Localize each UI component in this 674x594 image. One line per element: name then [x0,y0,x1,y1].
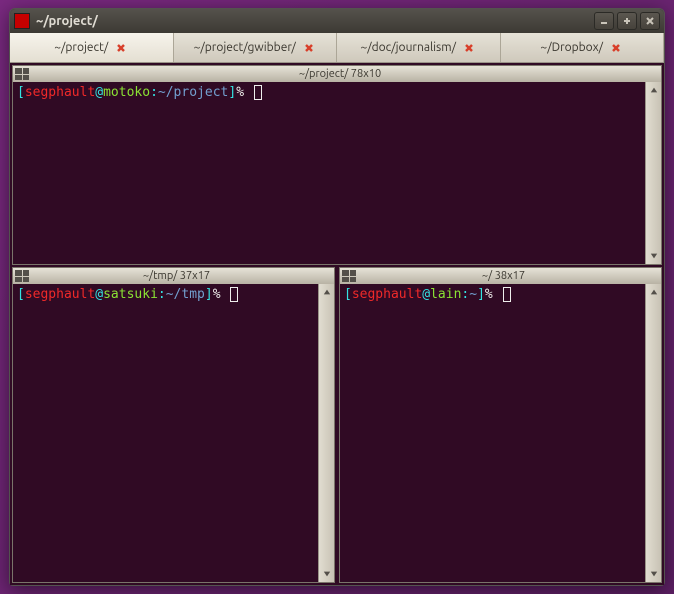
window-title: ~/project/ [36,14,591,28]
split-icon [15,270,29,282]
minimize-button[interactable] [594,12,614,30]
pane-row: ~/tmp/ 37x17 [segphault@satsuki:~/tmp]% … [12,267,662,583]
scroll-down-icon[interactable] [319,566,334,582]
titlebar[interactable]: ~/project/ [10,9,664,33]
terminal-output[interactable]: [segphault@motoko:~/project]% [13,82,661,264]
pane-title: ~/ 38x17 [360,270,661,282]
app-icon [14,13,30,29]
close-button[interactable] [640,12,660,30]
scroll-up-icon[interactable] [646,82,661,98]
cursor [254,85,262,100]
cursor [503,287,511,302]
scrollbar[interactable] [645,82,661,264]
pane-container: ~/project/ 78x10 [segphault@motoko:~/pro… [10,63,664,585]
scrollbar[interactable] [318,284,334,582]
scroll-track[interactable] [646,300,661,566]
tab-bar: ~/project/ ~/project/gwibber/ ~/doc/jour… [10,33,664,63]
pane-title: ~/tmp/ 37x17 [33,270,334,282]
maximize-button[interactable] [617,12,637,30]
tab-journalism[interactable]: ~/doc/journalism/ [337,33,501,62]
scroll-track[interactable] [646,98,661,248]
terminal-window: ~/project/ ~/project/ ~/project/gwibber/… [9,8,665,586]
pane-title: ~/project/ 78x10 [33,68,661,80]
split-icon [15,68,29,80]
cursor [230,287,238,302]
scroll-track[interactable] [319,300,334,566]
scroll-up-icon[interactable] [319,284,334,300]
scroll-down-icon[interactable] [646,248,661,264]
pane-header: ~/ 38x17 [340,268,661,284]
terminal-output[interactable]: [segphault@satsuki:~/tmp]% [13,284,334,582]
tab-close-icon[interactable] [302,41,316,55]
scroll-up-icon[interactable] [646,284,661,300]
tab-project[interactable]: ~/project/ [10,33,174,62]
tab-label: ~/Dropbox/ [540,41,603,54]
tab-close-icon[interactable] [462,41,476,55]
terminal-output[interactable]: [segphault@lain:~]% [340,284,661,582]
tab-gwibber[interactable]: ~/project/gwibber/ [174,33,338,62]
terminal-pane-right[interactable]: ~/ 38x17 [segphault@lain:~]% [339,267,662,583]
terminal-pane-top[interactable]: ~/project/ 78x10 [segphault@motoko:~/pro… [12,65,662,265]
tab-label: ~/project/ [54,41,108,54]
tab-label: ~/doc/journalism/ [360,41,456,54]
pane-header: ~/tmp/ 37x17 [13,268,334,284]
tab-dropbox[interactable]: ~/Dropbox/ [501,33,665,62]
tab-label: ~/project/gwibber/ [194,41,296,54]
tab-close-icon[interactable] [114,41,128,55]
pane-header: ~/project/ 78x10 [13,66,661,82]
scroll-down-icon[interactable] [646,566,661,582]
tab-close-icon[interactable] [609,41,623,55]
split-icon [342,270,356,282]
terminal-pane-left[interactable]: ~/tmp/ 37x17 [segphault@satsuki:~/tmp]% [12,267,335,583]
scrollbar[interactable] [645,284,661,582]
